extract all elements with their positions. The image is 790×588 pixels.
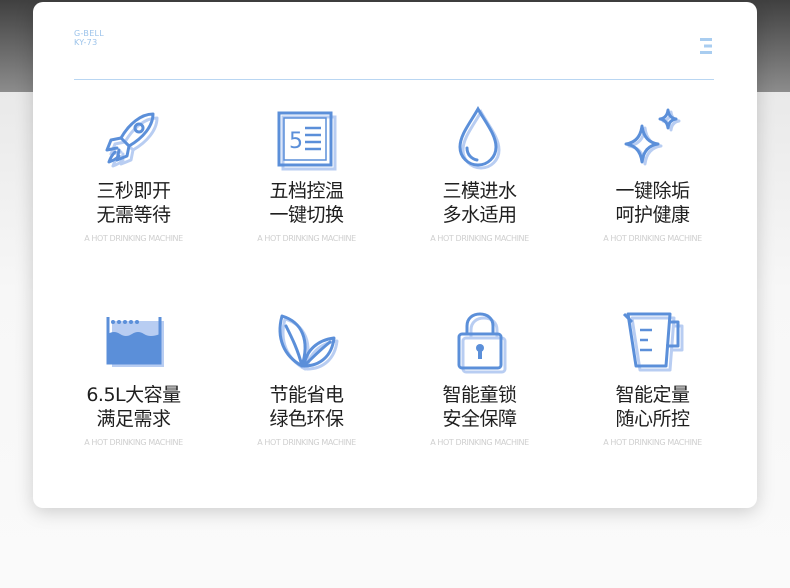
- feature-title-line1: 智能定量: [615, 384, 690, 406]
- feature-item: 6.5L大容量 满足需求 A HOT DRINKING MACHINE: [47, 310, 220, 448]
- feature-title-line2: 安全保障: [442, 408, 517, 430]
- feature-title-line2: 绿色环保: [269, 408, 344, 430]
- measuring-cup-icon: [622, 312, 683, 372]
- feature-item: 节能省电 绿色环保 A HOT DRINKING MACHINE: [220, 310, 393, 448]
- feature-subtitle: A HOT DRINKING MACHINE: [603, 438, 702, 447]
- leaves-icon: [278, 314, 338, 371]
- water-drop-icon: [457, 106, 501, 170]
- rocket-icon: [105, 112, 158, 168]
- feature-subtitle: A HOT DRINKING MACHINE: [257, 438, 356, 447]
- feature-subtitle: A HOT DRINKING MACHINE: [257, 234, 356, 243]
- feature-item: 三模进水 多水适用 A HOT DRINKING MACHINE: [393, 106, 566, 244]
- feature-subtitle: A HOT DRINKING MACHINE: [84, 438, 183, 447]
- feature-item: 三秒即开 无需等待 A HOT DRINKING MACHINE: [47, 106, 220, 244]
- header-divider: [74, 79, 714, 80]
- feature-title-line1: 三模进水: [442, 180, 517, 202]
- svg-text:5: 5: [289, 129, 303, 154]
- model-number: KY-73: [74, 38, 98, 47]
- feature-title-line2: 呵护健康: [615, 204, 690, 226]
- brand-name: G-BELL: [74, 29, 105, 38]
- feature-subtitle: A HOT DRINKING MACHINE: [84, 234, 183, 243]
- five-levels-icon: 5: [277, 111, 336, 171]
- feature-title-line2: 无需等待: [96, 204, 171, 226]
- brand-label: G-BELL KY-73: [74, 29, 104, 47]
- feature-title-line2: 满足需求: [96, 408, 171, 430]
- feature-title-line1: 一键除垢: [615, 180, 690, 202]
- feature-subtitle: A HOT DRINKING MACHINE: [603, 234, 702, 243]
- feature-title-line1: 智能童锁: [442, 384, 517, 406]
- feature-title-line1: 三秒即开: [96, 180, 171, 202]
- feature-card: G-BELL KY-73 三秒即开 无需等待 A HOT DRINKING MA…: [33, 2, 757, 508]
- feature-title-line1: 五档控温: [269, 180, 344, 202]
- feature-title-line1: 节能省电: [269, 384, 344, 406]
- feature-subtitle: A HOT DRINKING MACHINE: [430, 438, 529, 447]
- water-tank-icon: [106, 317, 164, 367]
- sparkle-icon: [624, 108, 680, 166]
- feature-title-line2: 多水适用: [442, 204, 517, 226]
- feature-item: 智能定量 随心所控 A HOT DRINKING MACHINE: [566, 310, 739, 448]
- feature-item: 一键除垢 呵护健康 A HOT DRINKING MACHINE: [566, 106, 739, 244]
- feature-subtitle: A HOT DRINKING MACHINE: [430, 234, 529, 243]
- feature-title-line2: 一键切换: [269, 204, 344, 226]
- padlock-icon: [457, 312, 506, 374]
- feature-item: 智能童锁 安全保障 A HOT DRINKING MACHINE: [393, 310, 566, 448]
- menu-icon[interactable]: [698, 36, 714, 56]
- feature-title-line1: 6.5L大容量: [86, 384, 181, 406]
- feature-item: 5 五档控温 一键切换 A HOT DRINKING MACHINE: [220, 106, 393, 244]
- feature-title-line2: 随心所控: [615, 408, 690, 430]
